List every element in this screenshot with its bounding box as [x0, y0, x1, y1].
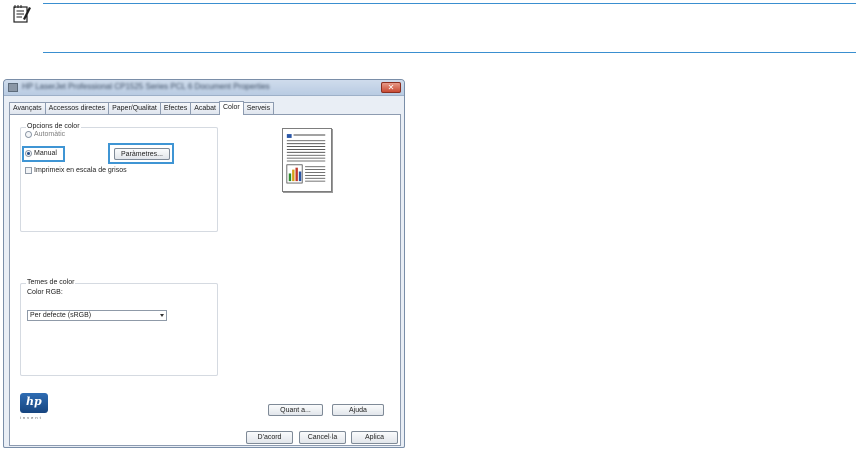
radio-automatic[interactable]: Automàtic [25, 131, 65, 138]
chevron-down-icon [160, 314, 164, 317]
rgb-color-label: Color RGB: [27, 289, 63, 296]
about-button[interactable]: Quant a... [268, 404, 323, 416]
tab-strip: Avançats Accessos directes Paper/Qualita… [9, 101, 275, 115]
note-bottom-rule [43, 52, 856, 53]
grayscale-checkbox[interactable] [25, 167, 32, 174]
apply-button[interactable]: Aplica [351, 431, 398, 444]
radio-automatic-label: Automàtic [34, 131, 66, 138]
close-button[interactable]: ✕ [381, 82, 401, 93]
color-options-legend: Opcions de color [26, 123, 81, 130]
note-top-rule [43, 3, 856, 4]
color-themes-group: Temes de color Color RGB: Per defecte (s… [20, 279, 218, 376]
color-tab-panel: Opcions de color Automàtic Manual Paràme… [9, 114, 401, 446]
tab-efectes[interactable]: Efectes [159, 102, 192, 114]
tab-accessos-directes[interactable]: Accessos directes [44, 102, 110, 114]
tab-avancats[interactable]: Avançats [9, 102, 46, 114]
ok-button[interactable]: D'acord [246, 431, 293, 444]
hp-tagline: invent [20, 415, 43, 420]
window-title: HP LaserJet Professional CP1525 Series P… [22, 82, 270, 91]
help-button[interactable]: Ajuda [332, 404, 384, 416]
color-themes-legend: Temes de color [26, 279, 76, 286]
printer-properties-dialog: HP LaserJet Professional CP1525 Series P… [3, 79, 405, 448]
tab-acabat[interactable]: Acabat [190, 102, 220, 114]
tab-serveis[interactable]: Serveis [242, 102, 275, 114]
page-preview-image [282, 128, 332, 192]
grayscale-checkbox-row[interactable]: Imprimeix en escala de grisos [25, 167, 127, 174]
settings-highlight-box [108, 143, 174, 164]
note-icon [13, 5, 31, 23]
tab-color[interactable]: Color [219, 101, 244, 115]
hp-logo-text: hp [26, 395, 42, 408]
title-bar[interactable]: HP LaserJet Professional CP1525 Series P… [4, 80, 404, 96]
radio-automatic-circle[interactable] [25, 131, 32, 138]
tab-paper-qualitat[interactable]: Paper/Qualitat [108, 102, 161, 114]
rgb-color-value: Per defecte (sRGB) [30, 312, 92, 319]
rgb-color-select[interactable]: Per defecte (sRGB) [27, 310, 167, 321]
manual-highlight-box [22, 146, 65, 162]
close-icon: ✕ [387, 83, 395, 92]
grayscale-label: Imprimeix en escala de grisos [34, 167, 127, 174]
cancel-button[interactable]: Cancel·la [299, 431, 346, 444]
hp-logo: hp [20, 393, 48, 413]
printer-icon [8, 83, 18, 92]
